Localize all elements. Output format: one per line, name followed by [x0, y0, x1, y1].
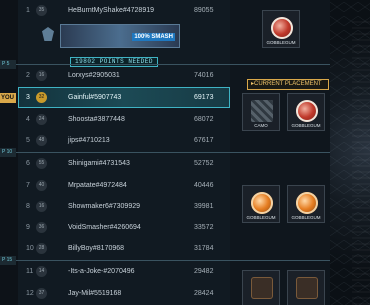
player-score: 33572 — [194, 224, 214, 231]
rank: 3 — [26, 94, 30, 101]
player-name: HeBurntMyShake#4728919 — [68, 7, 155, 14]
reward-camo[interactable]: CAMO — [242, 93, 280, 131]
player-name: jips#4710213 — [68, 137, 110, 144]
reward-label: CAMO — [254, 123, 268, 128]
level-badge: 35 — [36, 5, 47, 16]
leaderboard-row[interactable]: 1 35 HeBurntMyShake#4728919 89055 — [18, 0, 230, 21]
gobblegum-icon — [251, 192, 273, 214]
tier-tag: P 10 — [0, 148, 16, 157]
reward-gobblegum[interactable]: GOBBLEGUM — [287, 93, 325, 131]
gobblegum-icon — [296, 277, 318, 299]
level-badge: 36 — [36, 222, 47, 233]
level-badge: 14 — [36, 266, 47, 277]
leaderboard-row[interactable]: 5 48 jips#4710213 67617 — [18, 130, 230, 151]
player-name: VoidSmasher#4260694 — [68, 224, 141, 231]
player-score: 28424 — [194, 290, 214, 297]
player-score: 74016 — [194, 72, 214, 79]
reward-item[interactable] — [242, 270, 280, 305]
reward-top[interactable]: GOBBLEGUM — [262, 10, 300, 48]
rank: 12 — [26, 290, 34, 297]
tier-tag: P 5 — [0, 60, 16, 69]
leaderboard-row[interactable]: 10 28 BillyBoy#8170968 31784 — [18, 238, 230, 259]
player-score: 31784 — [194, 245, 214, 252]
player-score: 69173 — [194, 94, 214, 101]
level-badge: 28 — [36, 243, 47, 254]
gobblegum-icon — [296, 192, 318, 214]
gobblegum-icon — [271, 17, 293, 39]
player-name: BillyBoy#8170968 — [68, 245, 125, 252]
current-placement-label: ▸CURRENT PLACEMENT — [247, 79, 329, 90]
rank: 5 — [26, 137, 30, 144]
player-name: Shinigami#4731543 — [68, 160, 130, 167]
gobblegum-icon — [296, 100, 318, 122]
leaderboard-row[interactable]: 2 16 Lorxys#2905031 74016 — [18, 65, 230, 86]
player-name: Mrpatate#4972484 — [68, 182, 127, 189]
background-strip — [352, 18, 370, 305]
reward-gobblegum[interactable]: GOBBLEGUM — [242, 185, 280, 223]
rank: 4 — [26, 116, 30, 123]
player-score: 39981 — [194, 203, 214, 210]
player-score: 40446 — [194, 182, 214, 189]
player-name: Showmaker6#7309929 — [68, 203, 140, 210]
player-score: 67617 — [194, 137, 214, 144]
player-name: -Its-a-Joke-#2070496 — [68, 268, 135, 275]
level-badge: 16 — [36, 201, 47, 212]
level-badge: 40 — [36, 180, 47, 191]
rank: 9 — [26, 224, 30, 231]
rank: 10 — [26, 245, 34, 252]
reward-label: GOBBLEGUM — [291, 123, 321, 128]
level-badge: 48 — [36, 135, 47, 146]
level-badge: 32 — [36, 92, 47, 103]
level-badge: 16 — [36, 70, 47, 81]
player-score: 68072 — [194, 116, 214, 123]
leaderboard-row[interactable]: 4 24 Shoosta#3877448 68072 — [18, 109, 230, 130]
rank: 1 — [26, 7, 30, 14]
reward-label: GOBBLEGUM — [266, 40, 296, 45]
leaderboard-row[interactable]: 11 14 -Its-a-Joke-#2070496 29482 — [18, 261, 230, 282]
leaderboard-row-current[interactable]: 3 32 Gainful#5907743 69173 — [18, 87, 230, 108]
leaderboard-row[interactable]: 8 16 Showmaker6#7309929 39981 — [18, 196, 230, 217]
player-name: Gainful#5907743 — [68, 94, 122, 101]
leaderboard-row[interactable]: 9 36 VoidSmasher#4260694 33572 — [18, 217, 230, 238]
rank: 8 — [26, 203, 30, 210]
rank: 11 — [26, 268, 34, 275]
player-name: Lorxys#2905031 — [68, 72, 120, 79]
weapon-icon — [251, 277, 273, 299]
level-badge: 55 — [36, 158, 47, 169]
reward-label: GOBBLEGUM — [246, 215, 276, 220]
leaderboard-row[interactable]: 7 40 Mrpatate#4972484 40446 — [18, 175, 230, 196]
banner-tag: 100% SMASH — [132, 33, 175, 41]
player-score: 29482 — [194, 268, 214, 275]
you-marker: YOU — [0, 93, 16, 103]
player-name: Shoosta#3877448 — [68, 116, 125, 123]
rank: 6 — [26, 160, 30, 167]
camo-icon — [251, 100, 273, 122]
player-score: 89055 — [194, 7, 214, 14]
rank: 7 — [26, 182, 30, 189]
tier-tag: P 15 — [0, 256, 16, 265]
reward-gobblegum[interactable]: GOBBLEGUM — [287, 185, 325, 223]
calling-card-banner: 100% SMASH — [60, 24, 180, 48]
level-badge: 37 — [36, 288, 47, 299]
player-name: Jay-Mil#5519168 — [68, 290, 122, 297]
level-badge: 24 — [36, 114, 47, 125]
leaderboard-row[interactable]: 6 55 Shinigami#4731543 52752 — [18, 153, 230, 174]
player-score: 52752 — [194, 160, 214, 167]
reward-label: GOBBLEGUM — [291, 215, 321, 220]
reward-item[interactable] — [287, 270, 325, 305]
leaderboard-row[interactable]: 12 37 Jay-Mil#5519168 28424 — [18, 283, 230, 304]
rank: 2 — [26, 72, 30, 79]
